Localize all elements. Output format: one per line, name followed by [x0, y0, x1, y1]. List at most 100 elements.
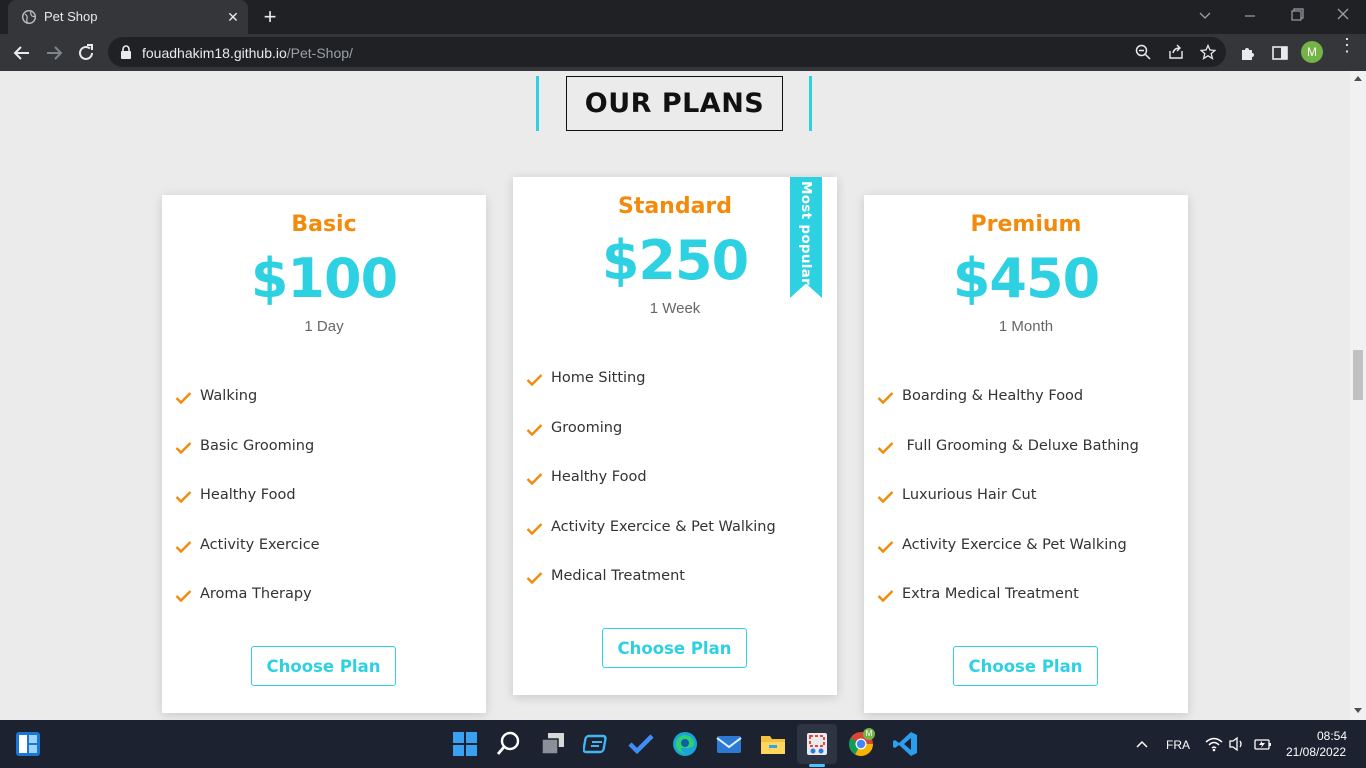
task-view-icon[interactable]	[539, 730, 567, 758]
feature-list: Boarding & Healthy Food Full Grooming & …	[877, 388, 1177, 636]
scrollbar-thumb[interactable]	[1353, 350, 1363, 400]
new-tab-button[interactable]: +	[258, 5, 282, 29]
start-icon[interactable]	[451, 730, 479, 758]
feature-list: Walking Basic Grooming Healthy Food Acti…	[175, 388, 475, 636]
wifi-icon[interactable]	[1205, 736, 1223, 752]
chevron-up-icon[interactable]	[1135, 738, 1149, 750]
list-item: Home Sitting	[526, 370, 826, 420]
volume-icon[interactable]	[1228, 736, 1246, 752]
check-icon	[526, 522, 543, 535]
snipping-tool-icon[interactable]	[803, 730, 831, 758]
list-item: Luxurious Hair Cut	[877, 487, 1177, 537]
plan-period: 1 Day	[304, 318, 344, 335]
lock-icon[interactable]	[120, 45, 132, 59]
feature-label: Luxurious Hair Cut	[902, 487, 1037, 503]
feature-label: Activity Exercice & Pet Walking	[902, 536, 1127, 553]
forward-arrow-icon[interactable]	[43, 42, 65, 64]
list-item: Healthy Food	[175, 487, 475, 537]
heading-left-bar	[536, 76, 539, 131]
list-item: Activity Exercice & Pet Walking	[877, 537, 1177, 587]
plan-card-basic: Basic $100 1 Day Walking Basic Grooming …	[162, 195, 486, 713]
reload-icon[interactable]	[75, 42, 97, 64]
feature-label: Activity Exercice & Pet Walking	[551, 518, 776, 535]
choose-plan-button[interactable]: Choose Plan	[953, 646, 1098, 686]
heading-right-bar	[809, 76, 812, 131]
list-item: Medical Treatment	[526, 568, 826, 618]
list-item: Basic Grooming	[175, 438, 475, 488]
check-icon	[526, 374, 543, 387]
share-icon[interactable]	[1168, 44, 1184, 60]
file-explorer-icon[interactable]	[759, 730, 787, 758]
vscode-icon[interactable]	[891, 730, 919, 758]
check-icon	[175, 392, 192, 405]
extensions-puzzle-icon[interactable]	[1239, 44, 1257, 62]
check-icon	[877, 441, 894, 454]
tab-strip: Pet Shop ✕ +	[0, 0, 1366, 34]
restore-icon[interactable]	[1287, 7, 1307, 23]
check-icon	[175, 441, 192, 454]
page-scrollbar[interactable]	[1350, 71, 1366, 720]
close-window-icon[interactable]	[1333, 7, 1353, 23]
feature-label: Basic Grooming	[200, 437, 315, 454]
plan-period: 1 Month	[998, 318, 1054, 335]
scroll-up-arrow-icon[interactable]	[1354, 76, 1362, 81]
minimize-icon[interactable]	[1240, 8, 1260, 24]
language-indicator[interactable]: FRA	[1166, 738, 1190, 752]
battery-icon[interactable]	[1253, 736, 1273, 752]
profile-avatar[interactable]: M	[1301, 41, 1323, 63]
browser-menu-icon[interactable]: ⋮	[1338, 36, 1356, 54]
search-icon[interactable]	[495, 730, 523, 758]
list-item: Activity Exercice	[175, 537, 475, 587]
list-item: Boarding & Healthy Food	[877, 388, 1177, 438]
scroll-down-arrow-icon[interactable]	[1354, 708, 1362, 713]
globe-icon	[22, 10, 36, 24]
check-icon	[877, 491, 894, 504]
page-viewport: OUR PLANS Basic $100 1 Day Walking Basic…	[0, 71, 1350, 720]
address-bar[interactable]: fouadhakim18.github.io/Pet-Shop/	[108, 37, 1226, 67]
tab-close-icon[interactable]: ✕	[224, 8, 242, 26]
heading-box: OUR PLANS	[566, 76, 783, 131]
widgets-icon[interactable]	[583, 730, 611, 758]
side-panel-icon[interactable]	[1271, 44, 1289, 62]
clock-date[interactable]: 21/08/2022	[1286, 745, 1346, 759]
choose-plan-button[interactable]: Choose Plan	[602, 628, 747, 668]
clock-time[interactable]: 08:54	[1317, 729, 1347, 743]
feature-label: Extra Medical Treatment	[902, 586, 1079, 602]
chrome-profile-badge: M	[863, 728, 875, 740]
tab-search-icon[interactable]	[1195, 8, 1215, 24]
plan-period: 1 Week	[649, 300, 701, 317]
feature-label: Grooming	[551, 419, 623, 436]
browser-tab[interactable]: Pet Shop ✕	[8, 0, 248, 34]
plan-name: Basic	[291, 212, 357, 237]
back-arrow-icon[interactable]	[11, 42, 33, 64]
mail-icon[interactable]	[715, 730, 743, 758]
feature-label: Boarding & Healthy Food	[902, 388, 1084, 404]
check-icon	[175, 540, 192, 553]
widgets-board-icon[interactable]	[15, 731, 41, 757]
feature-label: Activity Exercice	[200, 536, 320, 553]
choose-plan-button[interactable]: Choose Plan	[251, 646, 396, 686]
check-icon	[877, 590, 894, 603]
list-item: Walking	[175, 388, 475, 438]
feature-label: Healthy Food	[551, 469, 647, 485]
url-text: fouadhakim18.github.io/Pet-Shop/	[142, 45, 353, 61]
zoom-icon[interactable]	[1135, 44, 1151, 60]
windows-taskbar: M FRA 08:54 21/08/2022	[0, 720, 1366, 768]
bookmark-star-icon[interactable]	[1200, 44, 1216, 60]
todo-icon[interactable]	[627, 730, 655, 758]
feature-label: Aroma Therapy	[200, 586, 312, 602]
feature-label: Home Sitting	[551, 370, 646, 386]
plan-name: Premium	[970, 212, 1082, 237]
check-icon	[175, 590, 192, 603]
list-item: Healthy Food	[526, 469, 826, 519]
feature-label: Walking	[200, 388, 258, 404]
edge-icon[interactable]	[671, 730, 699, 758]
feature-label: Healthy Food	[200, 487, 296, 503]
list-item: Full Grooming & Deluxe Bathing	[877, 438, 1177, 488]
plan-name: Standard	[617, 194, 733, 219]
active-app-indicator	[809, 764, 825, 767]
feature-label: Full Grooming & Deluxe Bathing	[902, 437, 1139, 454]
list-item: Activity Exercice & Pet Walking	[526, 519, 826, 569]
check-icon	[877, 392, 894, 405]
check-icon	[877, 540, 894, 553]
